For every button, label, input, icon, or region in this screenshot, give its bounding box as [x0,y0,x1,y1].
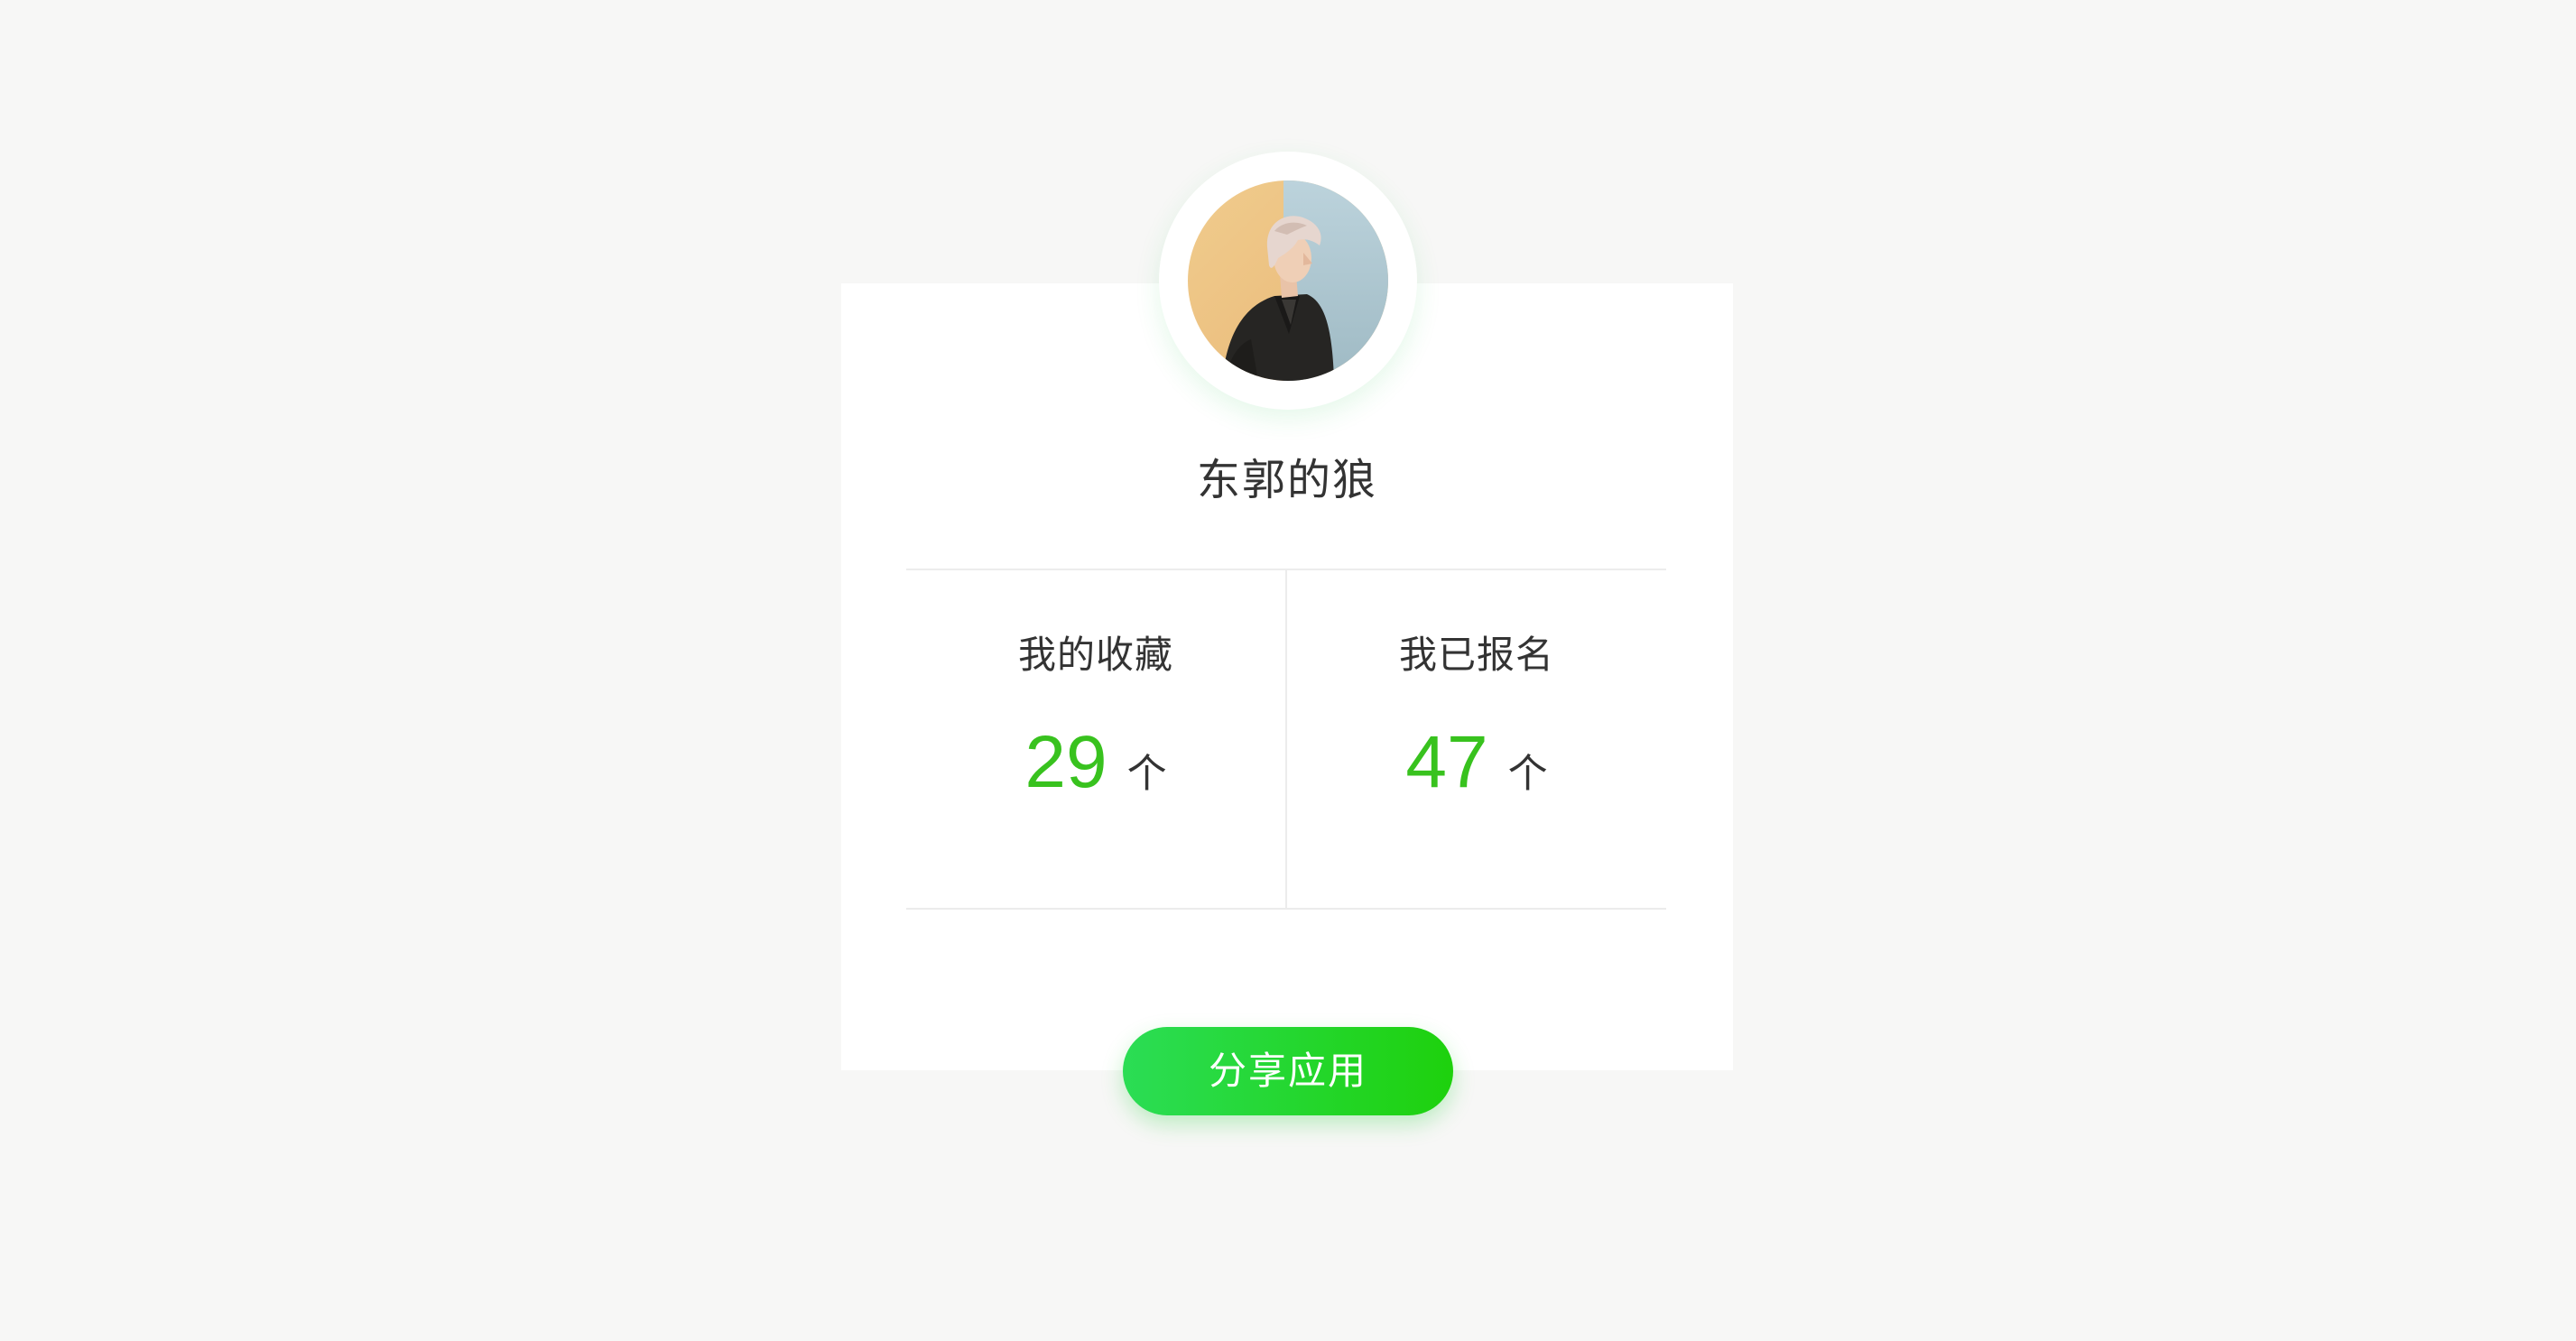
registered-label: 我已报名 [1398,633,1554,677]
username: 东郭的狼 [1196,455,1377,505]
favorites-value-row: 29 个 [906,720,1285,805]
favorites-stat[interactable]: 我的收藏 29 个 [906,570,1285,908]
registered-value-row: 47 个 [1287,720,1666,805]
registered-stat[interactable]: 我已报名 47 个 [1287,570,1666,908]
registered-count: 47 [1405,721,1488,803]
avatar-ring [1159,152,1417,410]
avatar[interactable] [1188,180,1388,381]
stats-panel: 我的收藏 29 个 我已报名 47 个 [906,569,1666,910]
registered-unit: 个 [1507,751,1548,797]
share-app-button[interactable]: 分享应用 [1123,1027,1453,1115]
favorites-label: 我的收藏 [1017,633,1173,677]
avatar-image [1188,180,1388,381]
favorites-count: 29 [1024,721,1107,803]
favorites-unit: 个 [1126,751,1167,797]
